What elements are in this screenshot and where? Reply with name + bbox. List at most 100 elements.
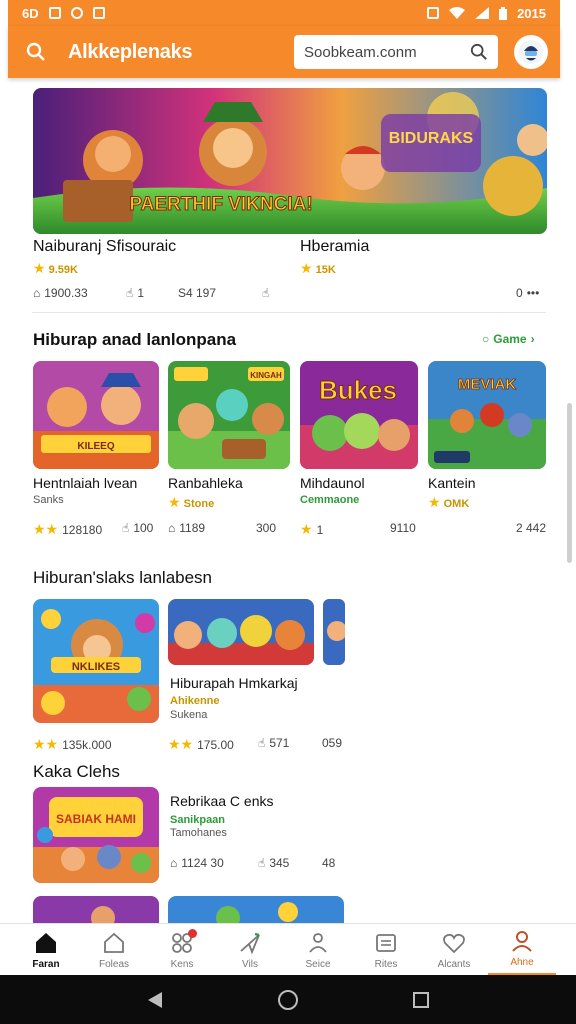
game-thumbnail[interactable]: KINGAH <box>168 361 290 469</box>
view-count: ⌂ 1900.33 <box>33 286 88 300</box>
like-count[interactable]: ☝ 1 <box>126 286 144 300</box>
search-input[interactable]: Soobkeam.conm <box>294 35 498 69</box>
nav-item-kens[interactable]: Kens <box>148 924 216 976</box>
featured-item-count: 9.59K <box>48 264 78 276</box>
game-title[interactable]: Kantein <box>428 475 475 491</box>
game-views: ⌂ 1189 <box>168 521 205 535</box>
chevron-right-icon: › <box>530 332 535 346</box>
game-rating-value: 1 <box>316 522 324 537</box>
game-count-value: 059 <box>322 736 343 750</box>
nav-item-seice[interactable]: Seice <box>284 924 352 976</box>
game-rating: ★★ 128180 <box>33 521 102 538</box>
game-subtitle-text: Stone <box>183 498 215 510</box>
battery-icon <box>499 6 508 20</box>
divider <box>32 312 546 313</box>
game-likes-value: 345 <box>269 856 290 870</box>
nav-item-vils[interactable]: Vils <box>216 924 284 976</box>
game-rating-value: 175.00 <box>197 737 234 752</box>
send-icon <box>240 932 260 954</box>
game-likes[interactable]: ☝ 345 <box>258 856 289 870</box>
thumbnail-caption: KILEEQ <box>77 441 114 452</box>
scrollbar[interactable] <box>567 403 572 563</box>
game-count-value: 48 <box>322 856 336 870</box>
game-title[interactable]: Mihdaunol <box>300 475 365 491</box>
status-label: 6D <box>22 5 39 21</box>
game-rating-value: 128180 <box>62 522 103 537</box>
see-all-link[interactable]: ○ Game › <box>482 332 535 346</box>
nav-label: Alcants <box>437 958 471 970</box>
thumbnail-caption: SABIAK HAMI <box>56 812 136 826</box>
featured-item-title[interactable]: Naiburanj Sfisouraic <box>33 238 176 256</box>
star-icon: ★★ <box>33 521 59 537</box>
game-likes-value: 100 <box>133 521 154 535</box>
more-dots-icon: ••• <box>526 286 540 300</box>
game-subtitle: Sukena <box>170 709 208 721</box>
game-thumbnail-wide[interactable] <box>168 599 314 665</box>
search-submit-icon[interactable] <box>470 43 488 61</box>
game-thumbnail-partial[interactable] <box>168 896 344 923</box>
game-count-value: 9110 <box>390 521 416 535</box>
more-button[interactable]: 0 ••• <box>516 286 539 300</box>
game-thumbnail-partial[interactable] <box>33 896 159 923</box>
house-outline-icon <box>104 932 124 953</box>
featured-item-title[interactable]: Hberamia <box>300 238 369 256</box>
signal-icon <box>475 7 490 19</box>
game-count: 300 <box>256 521 276 535</box>
featured-item-rating: ★ 15K <box>300 260 336 277</box>
app-title: Alkkeplenaks <box>68 40 193 63</box>
game-thumbnail[interactable]: Bukes <box>300 361 418 469</box>
share-count: S4 197 <box>178 286 216 300</box>
featured-item-count: 15K <box>315 264 336 276</box>
back-icon[interactable] <box>146 990 164 1010</box>
home-circle-icon[interactable] <box>277 989 299 1011</box>
game-title[interactable]: Hentnlaiah lvean <box>33 475 137 491</box>
game-title[interactable]: Hiburapah Hmkarkaj <box>170 675 298 691</box>
game-thumbnail[interactable]: SABIAK HAMI <box>33 787 159 883</box>
app-bar: Alkkeplenaks Soobkeam.conm <box>8 26 560 78</box>
featured-banner[interactable]: BIDURAKS PAERTHIF VIKNCIA! <box>33 88 547 234</box>
notification-badge <box>188 929 197 938</box>
star-icon: ★★ <box>33 736 59 752</box>
game-likes[interactable]: ☝ 100 <box>122 521 153 535</box>
thumbs-up-icon: ☝ <box>262 286 270 300</box>
game-views-value: 1124 30 <box>181 856 224 870</box>
nav-item-ahne[interactable]: Ahne <box>488 924 556 976</box>
star-icon: ★ <box>300 260 313 276</box>
nav-item-home[interactable]: Faran <box>12 924 80 976</box>
game-title[interactable]: Ranbahleka <box>168 475 243 491</box>
nav-item-foleas[interactable]: Foleas <box>80 924 148 976</box>
wifi-icon <box>449 7 466 19</box>
game-likes[interactable]: ☝ 571 <box>258 736 289 750</box>
avatar[interactable] <box>514 35 548 69</box>
game-thumbnail[interactable]: KILEEQ <box>33 361 159 469</box>
nav-item-alcants[interactable]: Alcants <box>420 924 488 976</box>
star-icon: ★ <box>300 521 313 537</box>
game-subtitle: Sanks <box>33 494 64 506</box>
see-all-label: Game <box>493 332 527 346</box>
like-button[interactable]: ☝ <box>262 286 269 300</box>
game-title[interactable]: Rebrikaa C enks <box>170 793 274 809</box>
recents-icon[interactable] <box>412 991 430 1009</box>
home-outline-icon: ⌂ <box>170 856 178 870</box>
more-count: 0 <box>516 286 523 300</box>
thumbnail-caption: NKLIKES <box>72 661 120 673</box>
game-thumbnail[interactable]: MEVIAK <box>428 361 546 469</box>
game-rating: ★★ 135k.000 <box>33 736 112 753</box>
game-thumbnail[interactable]: NKLIKES <box>33 599 159 723</box>
game-subtitle: Ahikenne <box>170 695 220 707</box>
nav-item-rites[interactable]: Rites <box>352 924 420 976</box>
game-count-value: 2 442 <box>516 521 547 535</box>
people-icon <box>309 932 327 953</box>
nav-label: Rites <box>374 958 398 970</box>
game-thumbnail-partial[interactable] <box>323 599 345 665</box>
system-navigation-bar <box>0 975 576 1024</box>
section-title: Kaka Clehs <box>33 762 120 781</box>
feed[interactable]: BIDURAKS PAERTHIF VIKNCIA! Naiburanj Sfi… <box>0 78 576 923</box>
status-left: 6D <box>22 6 105 21</box>
star-icon: ★★ <box>168 736 194 752</box>
search-icon[interactable] <box>18 34 54 70</box>
banner-headline: PAERTHIF VIKNCIA! <box>129 194 312 215</box>
home-outline-icon: ⌂ <box>168 521 176 535</box>
game-rating-value: 135k.000 <box>62 737 112 752</box>
section-title: Hiburan'slaks lanlabesn <box>33 568 213 587</box>
